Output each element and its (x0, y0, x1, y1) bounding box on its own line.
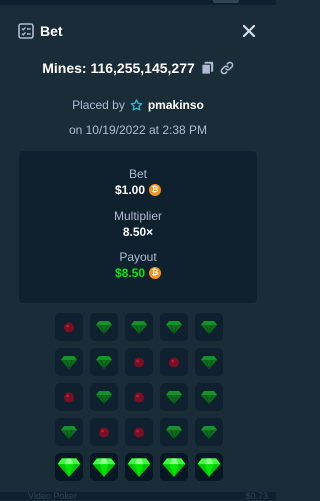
multiplier-stat: Multiplier 8.50× (19, 209, 257, 239)
modal-title: Bet (40, 23, 63, 39)
mine-icon (64, 322, 74, 333)
bet-slip-icon (18, 23, 34, 39)
gem-icon (201, 321, 217, 334)
mine-tile (195, 348, 223, 376)
mine-tile (125, 418, 153, 446)
copy-icon[interactable] (200, 61, 214, 75)
mine-icon (134, 357, 144, 368)
mine-tile (90, 453, 118, 481)
gem-icon (162, 458, 186, 477)
gem-icon (197, 458, 221, 477)
multiplier-label: Multiplier (113, 209, 162, 223)
top-strip-marker (213, 0, 239, 3)
bet-date: on 10/19/2022 at 2:38 PM (68, 123, 208, 137)
gem-icon (131, 321, 147, 334)
gem-icon (201, 356, 217, 369)
multiplier-value: 8.50× (122, 225, 154, 239)
mine-tile (125, 453, 153, 481)
modal-header: Bet (18, 21, 258, 41)
mine-icon (134, 427, 144, 438)
gem-icon (166, 391, 182, 404)
mine-tile (90, 313, 118, 341)
bet-details-modal: Bet Mines: 116,255,145,277 Placed by pma… (4, 5, 272, 492)
mine-icon (169, 357, 179, 368)
mine-tile (195, 453, 223, 481)
mine-tile (90, 348, 118, 376)
mine-tile (160, 453, 188, 481)
mine-tile (55, 453, 83, 481)
gem-icon (201, 391, 217, 404)
gem-icon (166, 321, 182, 334)
mine-tile (160, 313, 188, 341)
mine-tile (125, 313, 153, 341)
gem-icon (61, 356, 77, 369)
placed-by-line: Placed by pmakinso (4, 98, 272, 112)
gem-icon (96, 321, 112, 334)
background-row: Video Poker $0.73 (0, 491, 276, 501)
gem-icon (201, 426, 217, 439)
mine-icon (134, 392, 144, 403)
payout-stat: Payout $8.50 ₿ (19, 250, 257, 280)
payout-value: $8.50 (114, 266, 146, 280)
gem-icon (166, 426, 182, 439)
mine-tile (90, 383, 118, 411)
mine-tile (195, 383, 223, 411)
mine-tile (90, 418, 118, 446)
close-icon[interactable] (240, 22, 258, 40)
multiplier-value-row: 8.50× (19, 225, 257, 239)
mine-tile (125, 383, 153, 411)
mine-tile (160, 383, 188, 411)
mine-tile (195, 313, 223, 341)
mine-tile (55, 418, 83, 446)
bet-stats-panel: Bet $1.00 ₿ Multiplier 8.50× Payout $8.5… (19, 151, 257, 303)
bitcoin-icon: ₿ (149, 267, 162, 279)
mine-icon (64, 392, 74, 403)
bitcoin-icon: ₿ (149, 184, 162, 196)
mines-grid (55, 313, 227, 485)
bet-value-row: $1.00 ₿ (19, 183, 257, 197)
bet-label: Bet (128, 167, 147, 181)
mine-tile (55, 348, 83, 376)
gem-icon (57, 458, 81, 477)
mine-tile (160, 348, 188, 376)
vip-star-icon (130, 98, 143, 111)
gem-icon (61, 426, 77, 439)
link-icon[interactable] (220, 61, 234, 75)
mine-tile (160, 418, 188, 446)
mine-tile (125, 348, 153, 376)
gem-icon (96, 356, 112, 369)
username-link[interactable]: pmakinso (148, 98, 204, 112)
mines-id-text: Mines: 116,255,145,277 (42, 60, 195, 76)
placed-by-label: Placed by (72, 98, 125, 112)
payout-label: Payout (119, 250, 157, 264)
gem-icon (127, 458, 151, 477)
payout-value-row: $8.50 ₿ (19, 266, 257, 280)
gem-icon (92, 458, 116, 477)
mine-tile (55, 383, 83, 411)
gem-icon (96, 391, 112, 404)
mines-id-line: Mines: 116,255,145,277 (4, 60, 272, 76)
bet-stat: Bet $1.00 ₿ (19, 167, 257, 197)
bet-value: $1.00 (114, 183, 146, 197)
mine-tile (195, 418, 223, 446)
mine-icon (99, 427, 109, 438)
mine-tile (55, 313, 83, 341)
